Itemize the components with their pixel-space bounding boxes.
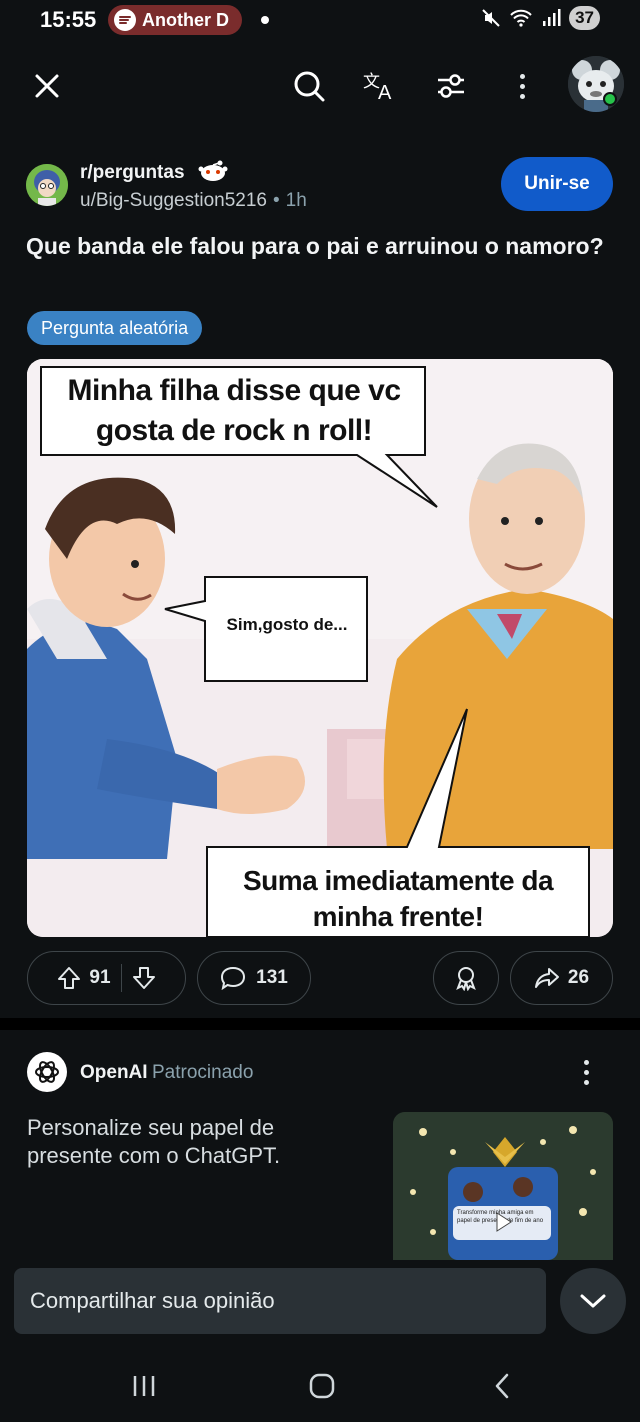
online-status-dot: [603, 92, 617, 106]
snoo-icon: [198, 160, 228, 181]
translate-button[interactable]: 文 A: [358, 64, 402, 108]
award-icon: [456, 967, 476, 991]
advertiser-name[interactable]: OpenAI: [80, 1062, 148, 1084]
search-icon: [294, 71, 325, 102]
sponsored-label: Patrocinado: [152, 1062, 254, 1083]
share-icon: [534, 968, 559, 988]
chevron-down-icon: [580, 1294, 606, 1308]
filter-icon: [438, 74, 464, 98]
ad-more-button[interactable]: [572, 1056, 600, 1088]
more-options-button[interactable]: [500, 64, 544, 108]
author-link[interactable]: u/Big-Suggestion5216: [80, 190, 267, 211]
more-icon: [583, 1059, 589, 1065]
openai-logo-icon: [35, 1061, 59, 1083]
battery-indicator: 37: [569, 6, 600, 30]
recent-apps-icon: [133, 1376, 155, 1396]
feed-divider: [0, 1018, 640, 1030]
ad-thumbnail[interactable]: Transforme minha amiga em papel de prese…: [393, 1112, 613, 1260]
user-avatar[interactable]: [568, 56, 624, 112]
share-count: 26: [567, 967, 590, 988]
status-bar: 15:55 Another D 37: [0, 0, 640, 42]
close-icon: [35, 74, 59, 98]
collapse-button[interactable]: [560, 1268, 626, 1334]
more-icon: [519, 73, 525, 79]
play-icon[interactable]: [491, 1210, 515, 1234]
join-button[interactable]: Unir-se: [501, 157, 613, 211]
post-title[interactable]: Que banda ele falou para o pai e arruino…: [26, 228, 606, 264]
meme-bubble-middle: Sim,gosto de...: [226, 615, 348, 634]
top-navigation: 文 A: [0, 56, 640, 116]
media-chip-label: Another D: [142, 9, 229, 30]
share-button[interactable]: 26: [510, 951, 613, 1005]
downvote-icon[interactable]: [132, 966, 156, 990]
signal-icon: [543, 9, 561, 26]
home-button[interactable]: [298, 1366, 346, 1406]
meta-separator: •: [272, 190, 280, 211]
back-button[interactable]: [478, 1366, 526, 1406]
vote-count: 91: [89, 967, 111, 988]
post-flair[interactable]: Pergunta aleatória: [27, 311, 203, 345]
subreddit-avatar-icon: [26, 164, 68, 206]
meme-bubble-top: Minha filha disse que vc gosta de rock n…: [67, 374, 401, 447]
media-chip[interactable]: Another D: [108, 5, 242, 35]
notification-dot-icon: [261, 16, 269, 24]
post-header: r/perguntas u/Big-Suggestion5216 • 1h Unir…: [26, 157, 616, 218]
post-actions: 91 131 26: [27, 951, 613, 1005]
recent-apps-button[interactable]: [120, 1366, 168, 1406]
wifi-icon: [510, 9, 532, 27]
back-icon: [495, 1373, 509, 1399]
filter-button[interactable]: [429, 64, 473, 108]
home-icon: [309, 1373, 335, 1399]
comment-icon: [221, 966, 246, 990]
system-navigation-bar: [0, 1350, 640, 1422]
vote-pill: 91: [27, 951, 186, 1005]
comment-count: 131: [256, 967, 288, 988]
post-image[interactable]: Minha filha disse que vc gosta de rock n…: [27, 359, 613, 937]
status-time: 15:55: [40, 7, 97, 32]
status-icons: 37: [481, 6, 600, 30]
share-opinion-input[interactable]: Compartilhar sua opinião: [14, 1268, 546, 1334]
subreddit-avatar[interactable]: [26, 164, 68, 206]
spotify-icon: [114, 9, 136, 31]
post-age: 1h: [285, 190, 307, 211]
subreddit-name[interactable]: r/perguntas: [80, 160, 230, 184]
advertiser-avatar[interactable]: [27, 1052, 67, 1092]
upvote-icon[interactable]: [57, 966, 81, 990]
translate-icon: 文 A: [363, 72, 392, 101]
meme-bubble-bottom: Suma imediatamente da minha frente!: [242, 865, 554, 932]
post-meta: u/Big-Suggestion5216 • 1h: [80, 190, 307, 212]
svg-text:A: A: [378, 82, 392, 101]
subreddit-link[interactable]: r/perguntas: [80, 162, 185, 183]
snoo-avatar-icon: [568, 56, 624, 112]
search-button[interactable]: [287, 64, 331, 108]
award-button[interactable]: [433, 951, 499, 1005]
ad-text[interactable]: Personalize seu papel de presente com o …: [27, 1114, 357, 1170]
close-button[interactable]: [25, 64, 69, 108]
comments-button[interactable]: 131: [197, 951, 311, 1005]
vote-separator: [120, 964, 122, 992]
mute-icon: [482, 9, 500, 27]
